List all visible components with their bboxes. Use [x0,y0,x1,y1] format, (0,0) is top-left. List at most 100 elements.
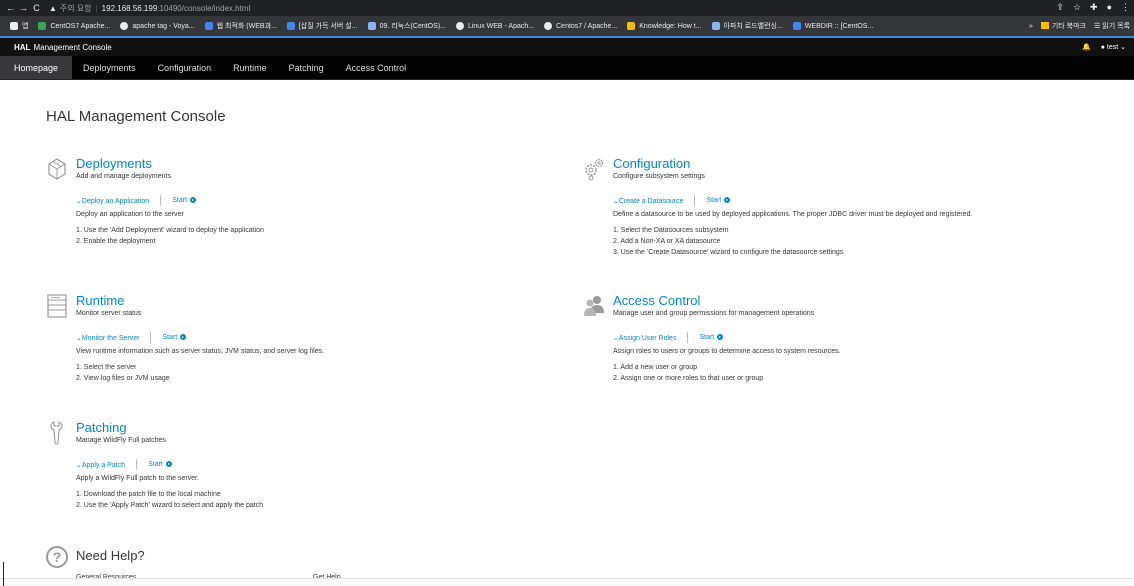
access-control-start-link[interactable]: Start [699,334,724,341]
bookmark-label: 09. 리눅스(CentOS)... [379,23,446,30]
bookmarks-right: » 기타 북마크 ☰ 읽기 목록 [1028,16,1134,36]
menu-icon[interactable]: ⋮ [1121,2,1130,13]
play-circle-icon [189,197,196,203]
header-actions: 🔔 ● test ⌄ [1082,38,1126,56]
brand-bold[interactable]: HAL [14,43,30,52]
deploy-application-label: Deploy an Application [81,197,150,205]
patching-title[interactable]: Patching [76,420,127,435]
server-list-icon [47,294,67,318]
browser-actions: ⇪ ☆ ✚ ● ⋮ [1056,2,1130,13]
bookmark-favicon-icon [792,22,801,30]
other-bookmarks[interactable]: 기타 북마크 [1040,21,1086,31]
bookmark-item[interactable]: [삽질 가득 서버 설... [286,21,358,31]
main-nav: Homepage Deployments Configuration Runti… [0,56,1134,80]
access-control-subtitle: Manage user and group permissions for ma… [613,310,815,317]
bookmark-favicon-icon [544,22,553,30]
users-icon [584,296,604,316]
action-divider [687,332,689,343]
tab-deployments[interactable]: Deployments [72,56,147,79]
deployments-title[interactable]: Deployments [76,156,152,171]
assign-user-roles-toggle[interactable]: ⌄Assign User Roles [613,334,676,342]
configuration-subtitle: Configure subsystem settings [613,173,705,180]
tab-homepage[interactable]: Homepage [0,56,73,79]
step-item: 2. View log files or JVM usage [76,375,170,382]
user-menu[interactable]: ● test ⌄ [1101,43,1126,51]
create-datasource-label: Create a Datasource [618,197,684,205]
insecure-label[interactable]: 주의 요함 [60,3,92,14]
play-circle-icon [724,197,731,203]
bookmark-item[interactable]: WEBDIR :: [CentOS... [792,22,874,30]
deployments-icon [48,158,66,180]
star-icon[interactable]: ☆ [1073,2,1081,13]
bookmark-label: 아파치 로드밸런싱... [723,23,783,30]
bookmark-item[interactable]: 앱 [10,21,28,31]
deployments-subtitle: Add and manage deployments [76,173,171,180]
user-icon: ● [1100,44,1105,51]
bookmark-favicon-icon [38,22,47,30]
bookmark-item[interactable]: Knowledge: How t... [627,22,702,30]
runtime-title[interactable]: Runtime [76,293,124,308]
bookmark-label: WEBDIR :: [CentOS... [804,22,874,30]
action-divider [694,195,696,206]
access-control-steps: 1. Add a new user or group 2. Assign one… [613,362,763,384]
tab-configuration[interactable]: Configuration [147,56,223,79]
bookmark-item[interactable]: CentOS7 Apache... [38,22,110,30]
bottom-bar [0,578,1134,586]
deployments-description: Deploy an application to the server [76,211,184,218]
patching-start-link[interactable]: Start [148,461,172,468]
bell-icon[interactable]: 🔔 [1082,43,1091,51]
other-bookmarks-label: 기타 북마크 [1051,23,1086,30]
runtime-start-link[interactable]: Start [162,334,187,341]
apply-patch-toggle[interactable]: ⌄Apply a Patch [76,461,125,469]
configuration-steps: 1. Select the Datasources subsystem 2. A… [613,225,843,258]
tab-runtime[interactable]: Runtime [222,56,278,79]
runtime-subtitle: Monitor server status [76,310,142,317]
bookmarks-overflow[interactable]: » [1029,23,1033,30]
brand-rest[interactable]: Management Console [33,43,111,52]
bookmark-item[interactable]: Centos7 / Apache... [544,22,617,30]
warning-icon[interactable]: ▲ [49,4,57,13]
deploy-application-toggle[interactable]: ⌄Deploy an Application [76,197,149,205]
address-divider: | [95,3,98,13]
bookmark-label: 웹 최적화 (WEB과... [216,23,277,30]
start-label: Start [699,334,715,341]
profile-icon[interactable]: ● [1107,2,1112,13]
monitor-server-toggle[interactable]: ⌄Monitor the Server [76,334,139,342]
bookmark-item[interactable]: 아파치 로드밸런싱... [711,21,783,31]
bookmark-item[interactable]: Linux WEB - Apach... [455,22,534,30]
configuration-start-link[interactable]: Start [706,197,731,204]
bookmark-item[interactable]: 웹 최적화 (WEB과... [204,21,277,31]
tab-patching[interactable]: Patching [278,56,335,79]
configuration-title[interactable]: Configuration [613,156,690,171]
access-control-actions: ⌄Assign User Roles Start [613,332,724,343]
forward-icon[interactable]: → [17,3,30,13]
bookmark-favicon-icon [120,22,129,30]
configuration-description: Define a datasource to be used by deploy… [613,211,973,218]
reload-icon[interactable]: C [30,3,43,13]
patching-steps: 1. Download the patch file to the local … [76,489,263,511]
assign-user-roles-label: Assign User Roles [618,334,677,342]
url-path[interactable]: :10490/console/index.html [157,4,250,13]
deployments-start-link[interactable]: Start [172,197,196,204]
bookmark-favicon-icon [455,22,464,30]
question-circle-icon: ? [46,546,68,568]
access-control-title[interactable]: Access Control [613,293,700,308]
bookmark-item[interactable]: 09. 리눅스(CentOS)... [367,21,446,31]
reading-list-label: 읽기 목록 [1102,23,1130,30]
step-item: 2. Use the 'Apply Patch' wizard to selec… [76,502,264,509]
app-header: HAL Management Console 🔔 ● test ⌄ [0,38,1134,56]
bookmark-item[interactable]: apache tag - Voya... [120,22,195,30]
tab-access-control[interactable]: Access Control [335,56,418,79]
share-icon[interactable]: ⇪ [1056,2,1064,13]
bookmark-favicon-icon [367,22,376,30]
bookmark-label: 앱 [22,23,29,30]
url-host[interactable]: 192.168.56.199 [102,4,158,13]
extension-icon[interactable]: ✚ [1090,2,1098,13]
create-datasource-toggle[interactable]: ⌄Create a Datasource [613,197,683,205]
step-item: 1. Select the Datasources subsystem [613,227,729,234]
reading-list[interactable]: ☰ 읽기 목록 [1094,21,1130,31]
start-label: Start [706,197,722,204]
step-item: 1. Add a new user or group [613,364,698,371]
back-icon[interactable]: ← [4,3,17,13]
address-bar[interactable]: ▲ 주의 요함 | 192.168.56.199 :10490/console/… [49,2,250,14]
